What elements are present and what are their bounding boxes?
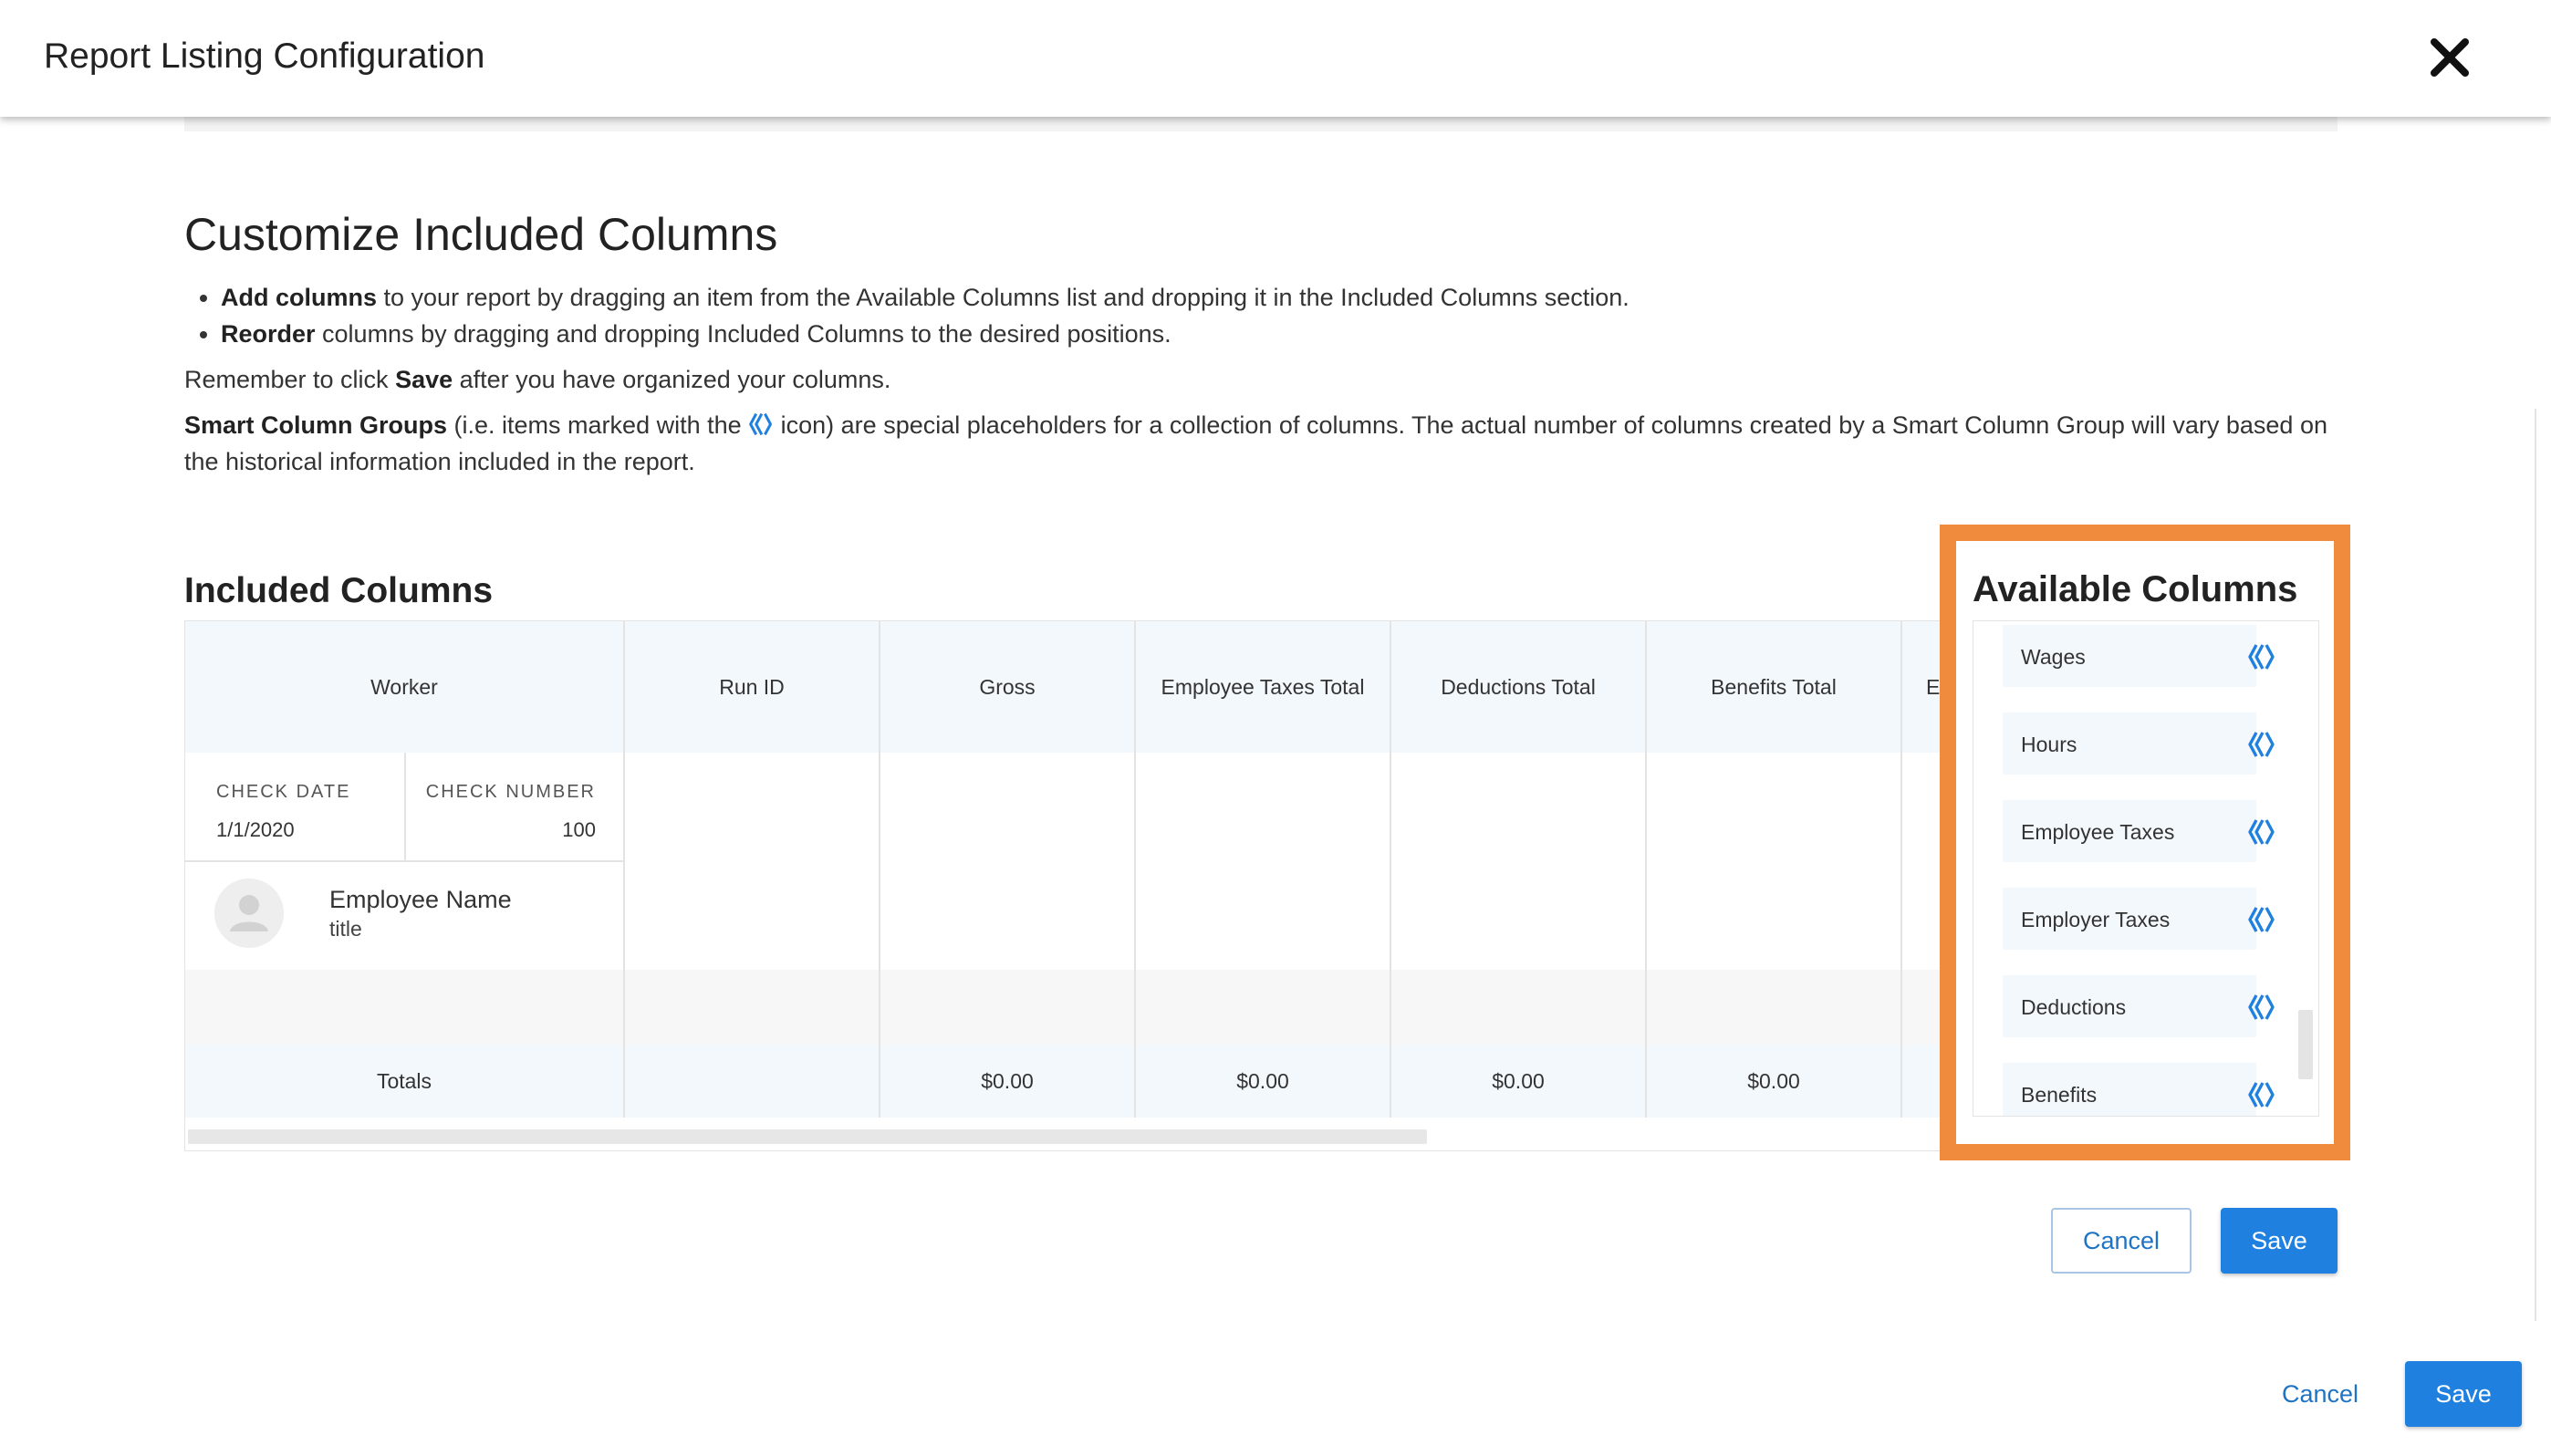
check-number-cell: CHECK NUMBER 100 [406, 753, 623, 862]
page-scrollbar[interactable] [2535, 409, 2536, 1321]
check-number-value: 100 [562, 818, 596, 841]
column-total: $0.00 [1136, 1045, 1390, 1118]
employee-title: title [329, 917, 362, 941]
check-date-value: 1/1/2020 [216, 818, 295, 841]
column-run-id[interactable]: Run ID [625, 621, 880, 1118]
column-header[interactable]: Run ID [625, 621, 879, 753]
remember-note: Remember to click Save after you have or… [184, 361, 2338, 398]
spacer-row [1647, 970, 1900, 1045]
instruction-list: Add columns to your report by dragging a… [184, 279, 2338, 352]
column-total: $0.00 [880, 1045, 1134, 1118]
smart-column-group-icon [2248, 994, 2275, 1020]
smart-column-group-icon [2248, 732, 2275, 757]
available-item-employee-taxes[interactable]: Employee Taxes [2003, 800, 2275, 862]
smart-column-group-icon [2248, 1082, 2275, 1108]
smart-column-group-icon [2248, 819, 2275, 845]
available-item-employer-taxes[interactable]: Employer Taxes [2003, 888, 2275, 950]
column-partial[interactable]: E [1902, 621, 1941, 1118]
top-strip [184, 117, 2338, 131]
available-item-label: Hours [2021, 733, 2077, 756]
totals-label: Totals [185, 1045, 623, 1118]
column-header[interactable]: Gross [880, 621, 1134, 753]
available-columns-list[interactable]: Wages Hours Employee Taxes Employer Taxe… [1973, 620, 2319, 1117]
footer-save-button[interactable]: Save [2405, 1361, 2522, 1427]
column-total: $0.00 [1647, 1045, 1900, 1118]
included-columns-table[interactable]: Worker CHECK DATE 1/1/2020 CHECK NUMBER … [184, 620, 1942, 1151]
spacer-row [625, 970, 879, 1045]
available-item-deductions[interactable]: Deductions [2003, 975, 2275, 1037]
close-icon[interactable] [2427, 35, 2473, 80]
instructions: Add columns to your report by dragging a… [184, 279, 2338, 489]
column-header[interactable]: Deductions Total [1391, 621, 1645, 753]
column-employee-taxes-total[interactable]: Employee Taxes Total $0.00 [1136, 621, 1391, 1118]
employee-name: Employee Name [329, 886, 512, 913]
remember-pre: Remember to click [184, 366, 396, 393]
available-item-wages[interactable]: Wages [2003, 625, 2275, 687]
smart-column-group-icon [2248, 644, 2275, 670]
spacer-row [1391, 970, 1645, 1045]
column-deductions-total[interactable]: Deductions Total $0.00 [1391, 621, 1647, 1118]
column-header[interactable]: Benefits Total [1647, 621, 1900, 753]
available-item-hours[interactable]: Hours [2003, 712, 2275, 775]
spacer-row [1902, 970, 1941, 1045]
instruction-add-bold: Add columns [221, 284, 378, 311]
section-title: Customize Included Columns [184, 209, 778, 260]
smart-column-group-icon [749, 412, 773, 436]
spacer-row [185, 970, 623, 1045]
check-info: CHECK DATE 1/1/2020 CHECK NUMBER 100 [185, 753, 623, 862]
avatar [214, 879, 284, 948]
instruction-add-text: to your report by dragging an item from … [377, 284, 1630, 311]
spacer-row [1136, 970, 1390, 1045]
available-list-scrollbar[interactable] [2298, 1010, 2313, 1079]
instruction-reorder-bold: Reorder [221, 320, 316, 348]
column-total: $0.00 [1391, 1045, 1645, 1118]
column-benefits-total[interactable]: Benefits Total $0.00 [1647, 621, 1902, 1118]
column-total [625, 1045, 879, 1118]
footer-cancel-button[interactable]: Cancel [2257, 1361, 2383, 1427]
available-item-label: Employee Taxes [2021, 820, 2175, 844]
available-item-label: Deductions [2021, 995, 2127, 1019]
smart-pre: (i.e. items marked with the [447, 411, 749, 439]
smart-bold: Smart Column Groups [184, 411, 448, 439]
column-header[interactable]: E [1902, 621, 1941, 753]
column-header[interactable]: Employee Taxes Total [1136, 621, 1390, 753]
smart-note: Smart Column Groups (i.e. items marked w… [184, 407, 2338, 480]
column-worker[interactable]: Worker CHECK DATE 1/1/2020 CHECK NUMBER … [185, 621, 625, 1118]
remember-post: after you have organized your columns. [453, 366, 891, 393]
column-header[interactable]: Worker [185, 621, 623, 753]
check-date-cell: CHECK DATE 1/1/2020 [185, 753, 406, 862]
check-number-label: CHECK NUMBER [425, 782, 596, 802]
available-item-benefits[interactable]: Benefits [2003, 1063, 2275, 1116]
column-gross[interactable]: Gross $0.00 [880, 621, 1136, 1118]
instruction-reorder: Reorder columns by dragging and dropping… [221, 316, 2338, 352]
instruction-reorder-text: columns by dragging and dropping Include… [315, 320, 1171, 348]
available-item-label: Employer Taxes [2021, 908, 2171, 931]
instruction-add: Add columns to your report by dragging a… [221, 279, 2338, 316]
cancel-button[interactable]: Cancel [2051, 1208, 2192, 1274]
included-columns-title: Included Columns [184, 571, 494, 610]
dialog-title: Report Listing Configuration [44, 36, 485, 76]
save-button[interactable]: Save [2221, 1208, 2338, 1274]
available-columns-title: Available Columns [1973, 569, 2298, 609]
available-item-label: Benefits [2021, 1083, 2098, 1107]
remember-bold: Save [395, 366, 453, 393]
column-total [1902, 1045, 1941, 1118]
available-item-label: Wages [2021, 645, 2086, 669]
table-horizontal-scrollbar[interactable] [188, 1129, 1427, 1144]
dialog-header: Report Listing Configuration [0, 0, 2551, 117]
check-date-label: CHECK DATE [216, 782, 351, 802]
spacer-row [880, 970, 1134, 1045]
smart-column-group-icon [2248, 907, 2275, 932]
